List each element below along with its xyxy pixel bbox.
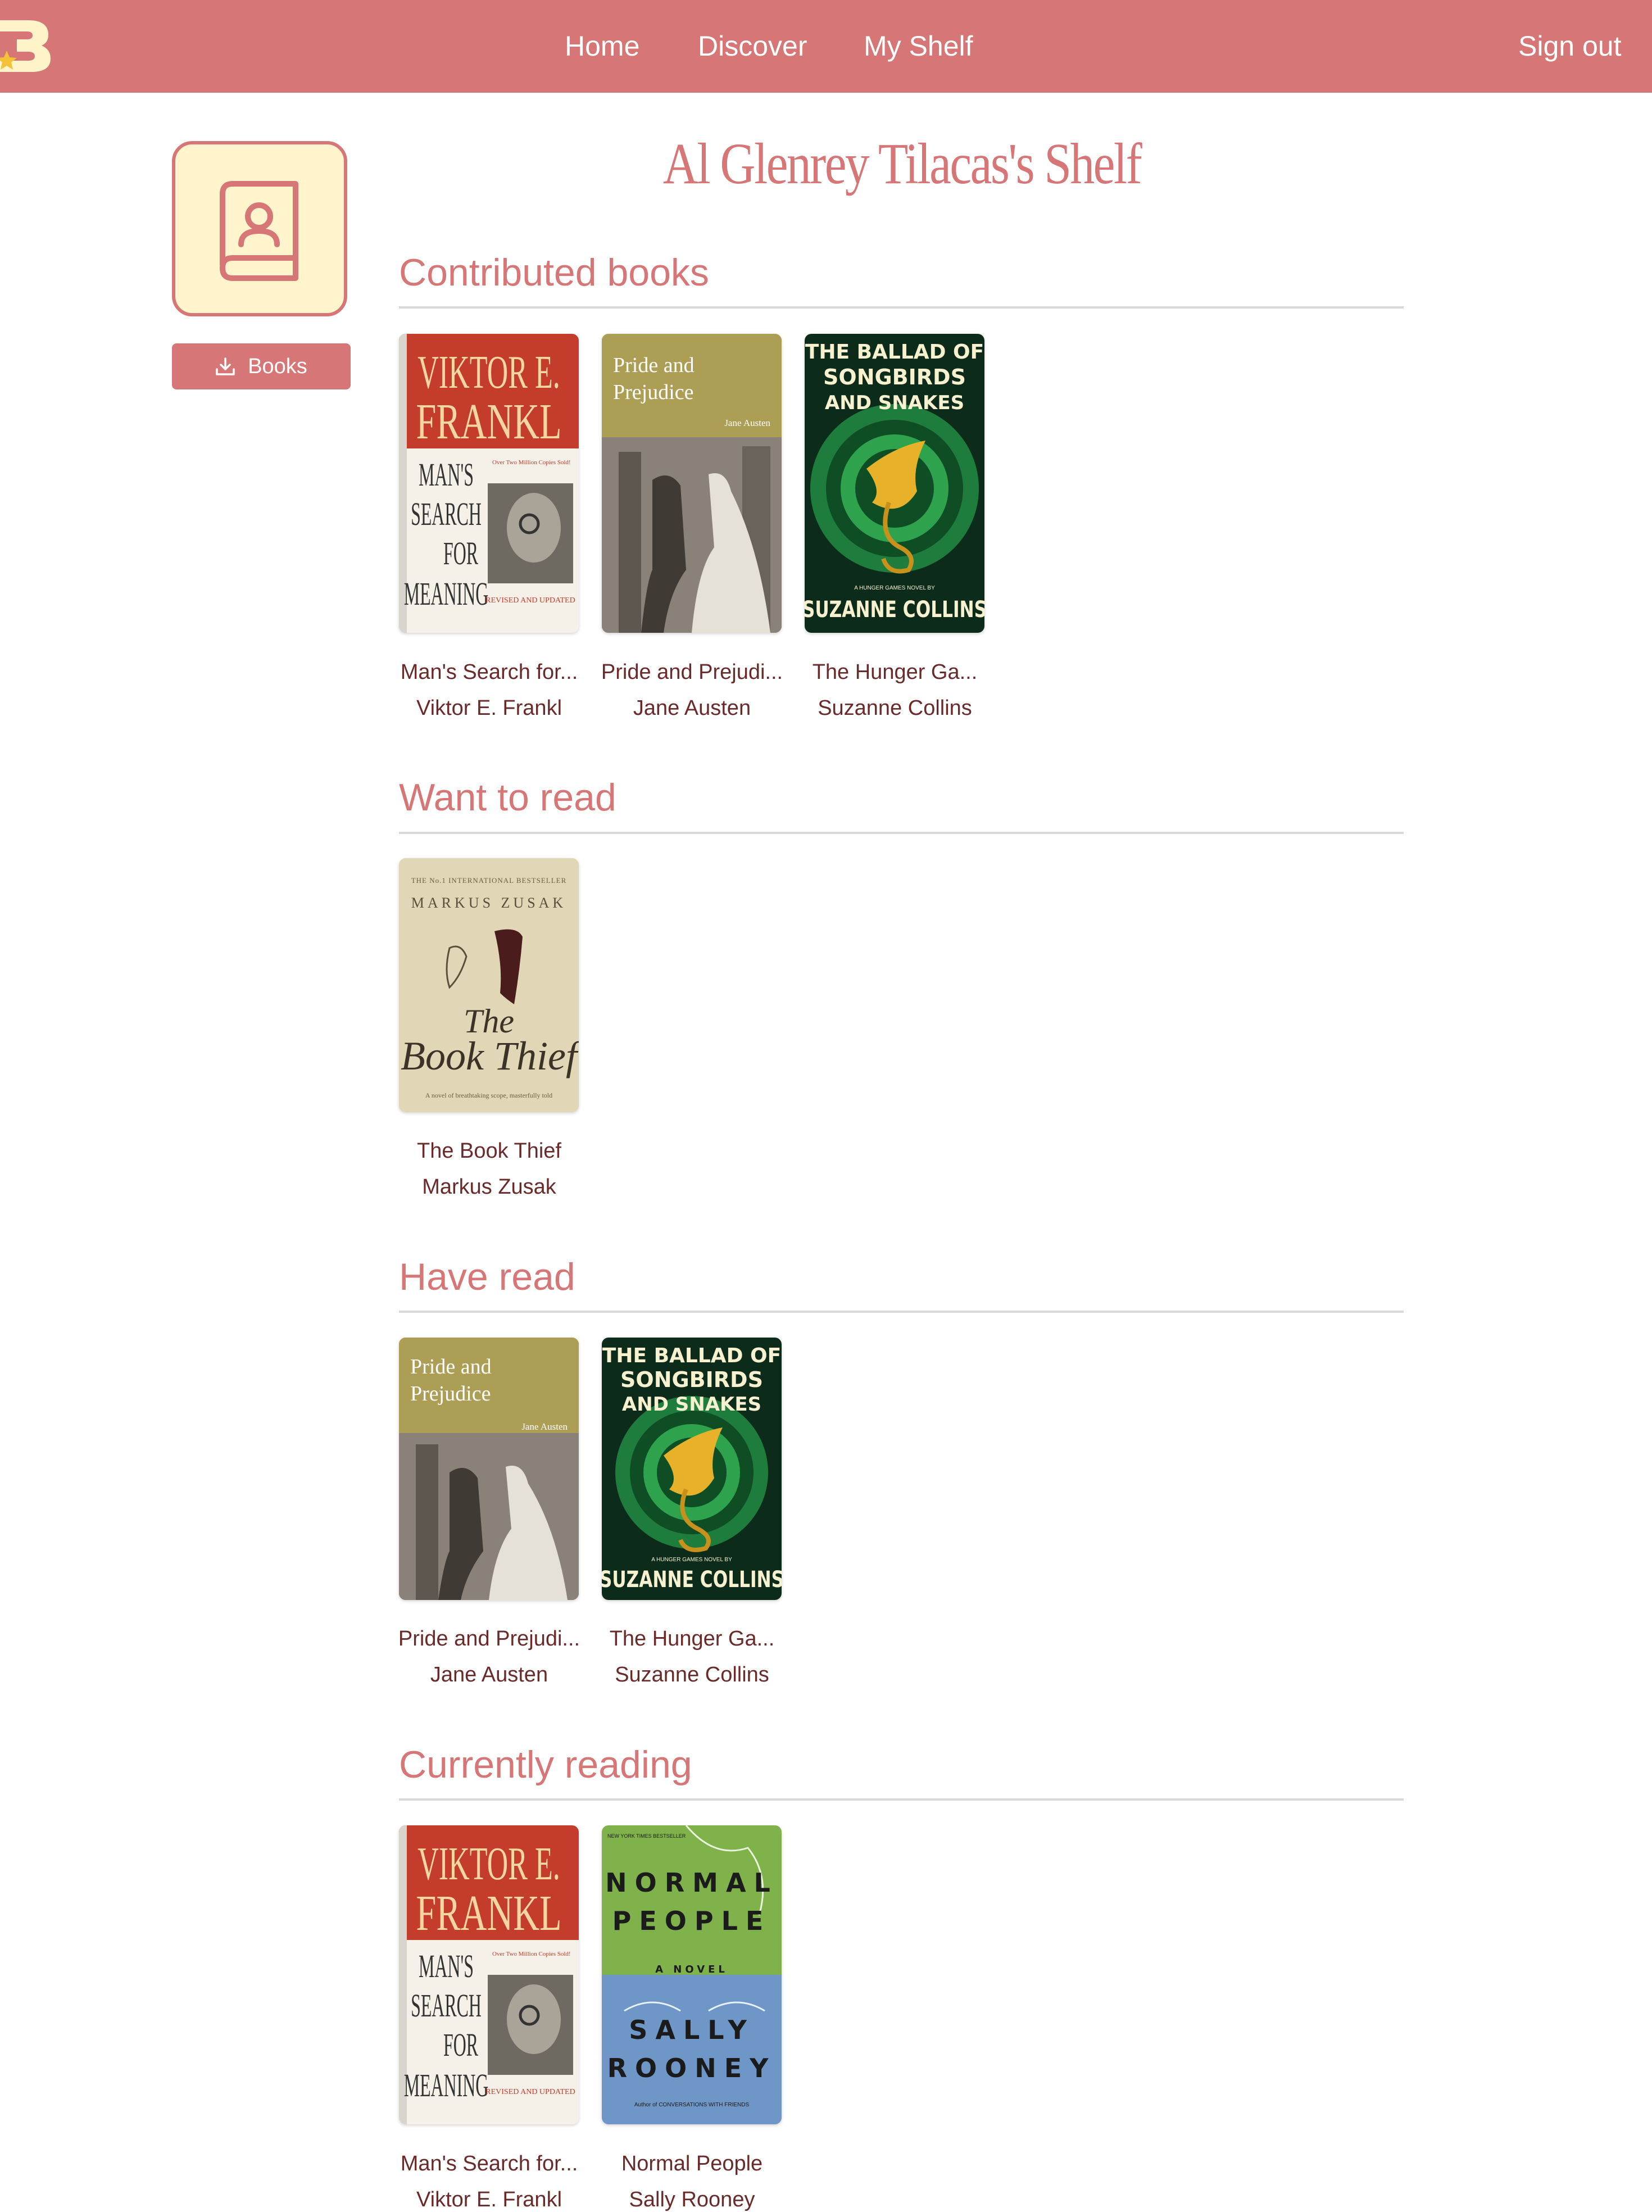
book-author: Suzanne Collins	[615, 1663, 769, 1687]
cover-title-line1: Pride and	[410, 1355, 492, 1379]
cover-title-line2: Prejudice	[613, 380, 694, 404]
book-title[interactable]: The Hunger Ga...	[793, 660, 996, 685]
cover-title-line2: Prejudice	[410, 1382, 491, 1406]
book-author: Markus Zusak	[422, 1175, 556, 1199]
cover-title-line1: NORMAL	[605, 1867, 778, 1898]
cover-nyt-line: NEW YORK TIMES BESTSELLER	[607, 1833, 686, 1839]
book-author: Suzanne Collins	[818, 696, 972, 720]
nav-discover[interactable]: Discover	[698, 0, 807, 93]
cover-author-line2: FRANKL	[416, 1885, 561, 1941]
book-cover-ballad-songbirds[interactable]: THE BALLAD OF SONGBIRDS AND SNAKES A HUN…	[805, 334, 984, 633]
profile-avatar	[172, 141, 347, 316]
cover-title-line4: MEANING	[404, 576, 489, 612]
cover-title-line3: FOR	[443, 536, 479, 572]
cover-author: SUZANNE COLLINS	[805, 597, 984, 623]
cover-title-line1: MAN'S	[419, 1948, 474, 1984]
section-title-want-to-read: Want to read	[399, 776, 616, 819]
book-cover-mans-search[interactable]: VIKTOR E. FRANKL MAN'S SEARCH FOR MEANIN…	[399, 1825, 579, 2124]
sign-out-link[interactable]: Sign out	[1518, 0, 1621, 93]
cover-subtitle: A NOVEL	[655, 1964, 728, 1975]
page-title: Al Glenrey Tilacas's Shelf	[662, 132, 1142, 196]
cover-title-line3: FOR	[443, 2027, 479, 2063]
app-logo-icon[interactable]	[0, 16, 51, 72]
download-books-label: Books	[248, 354, 307, 378]
cover-title-line4: MEANING	[404, 2068, 489, 2104]
cover-footer: Author of CONVERSATIONS WITH FRIENDS	[634, 2102, 750, 2108]
cover-title-line1: THE BALLAD OF	[602, 1344, 781, 1367]
cover-author-line1: SALLY	[629, 2015, 755, 2045]
book-title[interactable]: The Book Thief	[388, 1139, 591, 1163]
cover-blurb: Over Two Million Copies Sold!	[492, 459, 571, 466]
cover-edition: REVISED AND UPDATED	[485, 2088, 575, 2096]
cover-title-line1: THE BALLAD OF	[805, 341, 984, 364]
book-author: Jane Austen	[430, 1663, 548, 1687]
cover-blurb: Over Two Million Copies Sold!	[492, 1951, 571, 1957]
cover-tagline: A HUNGER GAMES NOVEL BY	[651, 1557, 732, 1563]
section-divider	[399, 1798, 1404, 1801]
section-title-currently-reading: Currently reading	[399, 1743, 692, 1786]
top-navbar: Home Discover My Shelf Sign out	[0, 0, 1652, 93]
cover-tagline: A HUNGER GAMES NOVEL BY	[854, 585, 935, 591]
cover-title-line2: SONGBIRDS	[823, 365, 966, 389]
cover-title-line2: PEOPLE	[612, 1906, 771, 1936]
cover-title-line3: AND SNAKES	[622, 1393, 761, 1416]
book-title[interactable]: The Hunger Ga...	[591, 1627, 793, 1651]
cover-title-line2: SEARCH	[411, 496, 482, 532]
book-cover-ballad-songbirds[interactable]: THE BALLAD OF SONGBIRDS AND SNAKES A HUN…	[602, 1338, 782, 1600]
cover-title-line1: MAN'S	[419, 457, 474, 493]
book-title[interactable]: Man's Search for...	[388, 2152, 591, 2176]
cover-author: MARKUS ZUSAK	[411, 895, 566, 911]
cover-title-line2: Book Thief	[401, 1034, 579, 1078]
cover-edition: REVISED AND UPDATED	[485, 596, 575, 605]
book-title[interactable]: Pride and Prejudi...	[388, 1627, 591, 1651]
cover-title-line2: SONGBIRDS	[620, 1367, 763, 1392]
cover-author: SUZANNE COLLINS	[602, 1567, 782, 1593]
nav-home[interactable]: Home	[565, 0, 639, 93]
book-author: Viktor E. Frankl	[416, 696, 562, 720]
book-cover-book-thief[interactable]: THE No.1 INTERNATIONAL BESTSELLER MARKUS…	[399, 858, 579, 1112]
section-divider	[399, 832, 1404, 834]
book-cover-mans-search[interactable]: VIKTOR E. FRANKL MAN'S SEARCH FOR MEANIN…	[399, 334, 579, 633]
cover-author-line2: ROONEY	[607, 2053, 777, 2083]
cover-author-line1: VIKTOR E.	[417, 347, 560, 399]
section-title-have-read: Have read	[399, 1255, 575, 1298]
section-title-contributed: Contributed books	[399, 251, 709, 294]
cover-title-line1: Pride and	[613, 353, 695, 377]
cover-title-line3: AND SNAKES	[825, 392, 964, 414]
book-cover-pride-and-prejudice[interactable]: Pride and Prejudice Jane Austen	[602, 334, 782, 633]
section-divider	[399, 1311, 1404, 1313]
cover-author: Jane Austen	[724, 418, 770, 428]
nav-my-shelf[interactable]: My Shelf	[864, 0, 973, 93]
cover-author-line1: VIKTOR E.	[417, 1838, 560, 1891]
cover-title-line2: SEARCH	[411, 1988, 482, 2024]
download-icon	[216, 357, 235, 375]
book-title[interactable]: Man's Search for...	[388, 660, 591, 685]
book-author: Jane Austen	[633, 696, 751, 720]
cover-tagline: A novel of breathtaking scope, masterful…	[425, 1091, 552, 1099]
user-book-icon	[220, 181, 298, 281]
book-title[interactable]: Normal People	[591, 2152, 793, 2176]
cover-author: Jane Austen	[521, 1421, 568, 1432]
cover-top-line: THE No.1 INTERNATIONAL BESTSELLER	[411, 876, 567, 885]
book-cover-normal-people[interactable]: NEW YORK TIMES BESTSELLER NORMAL PEOPLE …	[602, 1825, 782, 2124]
cover-author-line2: FRANKL	[416, 393, 561, 450]
download-books-button[interactable]: Books	[172, 343, 351, 389]
section-divider	[399, 306, 1404, 309]
book-cover-pride-and-prejudice[interactable]: Pride and Prejudice Jane Austen	[399, 1338, 579, 1600]
book-title[interactable]: Pride and Prejudi...	[591, 660, 793, 685]
